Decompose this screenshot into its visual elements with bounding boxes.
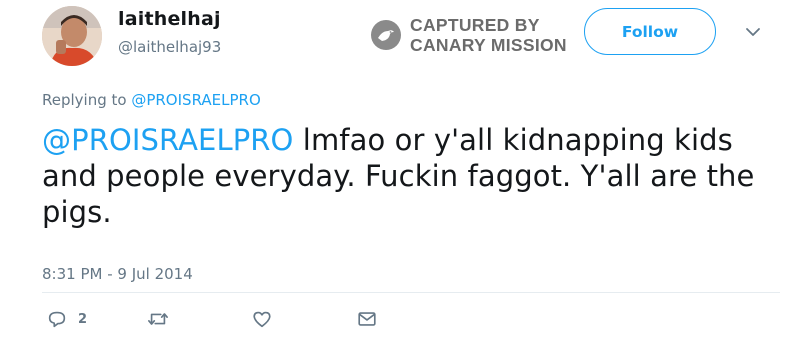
stamp-line-2: CANARY MISSION	[410, 35, 567, 55]
reply-icon	[48, 311, 66, 328]
user-handle[interactable]: @laithelhaj93	[118, 38, 221, 56]
avatar-photo	[42, 6, 102, 66]
canary-bird-icon	[371, 20, 401, 50]
retweet-button[interactable]	[146, 306, 170, 332]
chevron-down-icon[interactable]	[745, 26, 761, 38]
retweet-icon	[148, 313, 168, 325]
tweet-mention-link[interactable]: @PROISRAELPRO	[42, 123, 293, 157]
user-display-name[interactable]: laithelhaj	[118, 8, 221, 30]
direct-message-icon	[358, 312, 376, 326]
reply-context-prefix: Replying to	[42, 91, 132, 109]
capture-stamp: CAPTURED BY CANARY MISSION	[370, 15, 567, 55]
reply-context-link[interactable]: @PROISRAELPRO	[131, 91, 260, 109]
stamp-line-1: CAPTURED BY	[410, 15, 540, 35]
avatar[interactable]	[42, 6, 102, 66]
divider	[42, 292, 780, 293]
reply-context: Replying to @PROISRAELPRO	[42, 91, 261, 109]
follow-button[interactable]: Follow	[584, 8, 716, 55]
tweet-timestamp[interactable]: 8:31 PM - 9 Jul 2014	[42, 265, 193, 283]
tweet-text: @PROISRAELPRO lmfao or y'all kidnapping …	[42, 122, 782, 230]
direct-message-button[interactable]	[356, 306, 378, 332]
like-icon	[253, 311, 271, 328]
reply-count: 2	[78, 311, 88, 327]
like-button[interactable]	[251, 306, 273, 332]
reply-button[interactable]: 2	[46, 306, 87, 332]
